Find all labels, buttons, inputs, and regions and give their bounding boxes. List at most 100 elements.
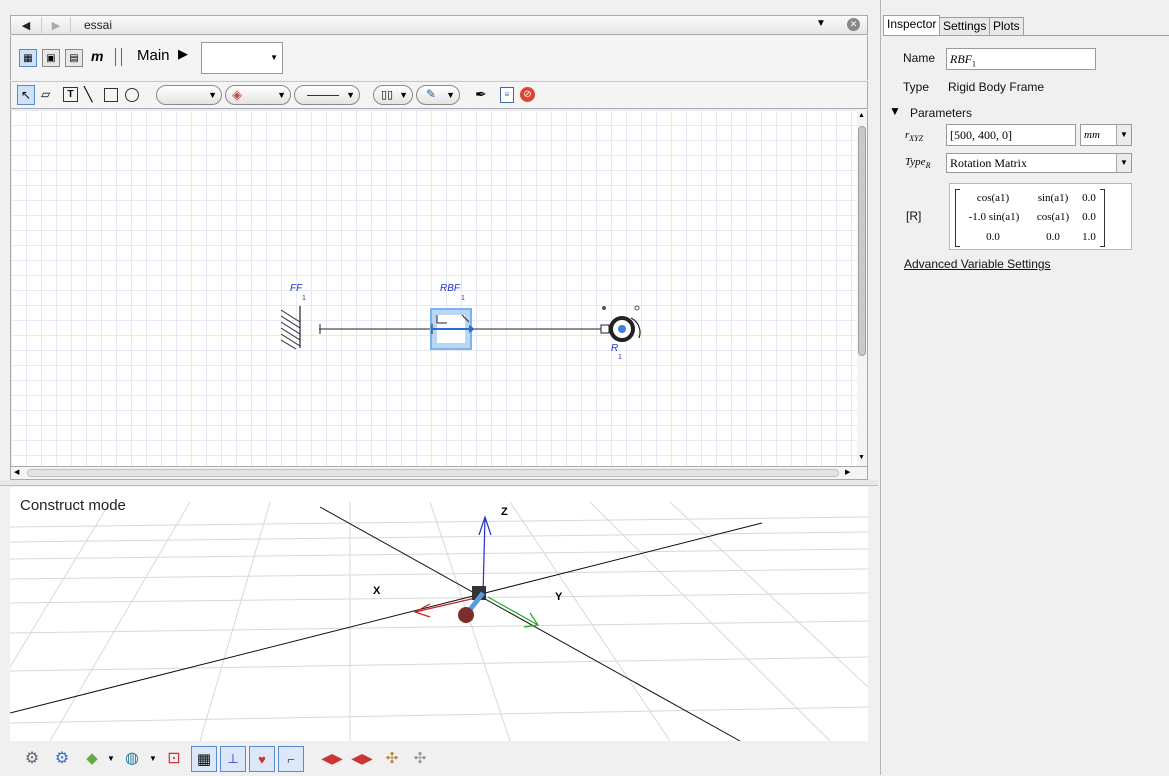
close-icon[interactable]: ✕	[847, 18, 860, 31]
tab-plots[interactable]: Plots	[989, 17, 1024, 35]
matrix-cell: 0.0	[986, 231, 1000, 243]
dropper-icon[interactable]: ✒	[475, 86, 487, 103]
align-icon: ▯▯	[381, 89, 394, 101]
chevron-down-icon: ▼	[1116, 154, 1131, 172]
frames-toggle-icon[interactable]: ♥	[249, 746, 275, 772]
scroll-left-icon[interactable]: ◀	[14, 468, 19, 476]
math-icon[interactable]: m	[91, 48, 103, 64]
chevron-down-icon[interactable]: ▼	[149, 754, 157, 763]
globe-icon[interactable]: ◍	[120, 746, 144, 770]
rectangle-tool-icon[interactable]	[104, 88, 118, 102]
matrix-label: [R]	[906, 209, 922, 223]
scroll-down-icon[interactable]: ▼	[858, 454, 865, 461]
rotation-matrix[interactable]: cos(a1) sin(a1) 0.0 -1.0 sin(a1) cos(a1)…	[949, 183, 1132, 250]
name-field[interactable]: RBF1	[946, 48, 1096, 70]
window-menu-dropdown[interactable]: ▼	[816, 18, 826, 29]
horizontal-scroll-thumb[interactable]	[27, 469, 839, 477]
robot-icon[interactable]: ⚙	[20, 746, 44, 770]
rigid-body-frame-symbol[interactable]	[430, 308, 475, 350]
play-back-icon[interactable]: ◀▶	[320, 746, 344, 770]
matrix-cell: 1.0	[1082, 231, 1096, 243]
right-panel: Inspector Settings Plots Name RBF1 Type …	[880, 0, 1169, 776]
z-axis-arrow	[482, 516, 486, 596]
component-view-icon[interactable]: ▤	[65, 49, 83, 67]
name-subscript: 1	[972, 59, 976, 69]
pointer-icon[interactable]: ↖	[17, 85, 35, 105]
shapes-icon[interactable]: ◆	[80, 746, 104, 770]
vertical-scrollbar[interactable]: ▲ ▼	[857, 110, 868, 466]
matrix-cell: 0.0	[1082, 211, 1096, 223]
x-axis-label: X	[373, 585, 381, 597]
tab-inspector[interactable]: Inspector	[883, 15, 941, 36]
eraser-icon[interactable]: ▱	[41, 87, 50, 101]
type-label: Type	[903, 80, 930, 94]
inspector-panel: Name RBF1 Type Rigid Body Frame ▼ Parame…	[883, 35, 1169, 776]
diagram-toolbar: ▦ ▣ ▤ m Main ▶ ▼	[10, 36, 868, 80]
component-index-ff: 1	[302, 295, 306, 302]
forward-button[interactable]: ▶	[41, 17, 71, 33]
rotation-type-value: Rotation Matrix	[950, 156, 1027, 170]
horizontal-scrollbar[interactable]: ◀ ▶	[10, 466, 868, 480]
grid-toggle-icon[interactable]: ▦	[191, 746, 217, 772]
ground-grid	[10, 501, 868, 741]
links-toggle-icon[interactable]: ⌐	[278, 746, 304, 772]
unit-value: mm	[1084, 129, 1100, 141]
tab-settings[interactable]: Settings	[939, 17, 991, 35]
fill-color-dropdown[interactable]: ◈ ▼	[225, 85, 291, 105]
type-r-label: TypeR	[905, 156, 930, 170]
chevron-down-icon: ▼	[1116, 125, 1131, 145]
scroll-right-icon[interactable]: ▶	[845, 468, 850, 476]
3d-view[interactable]: Construct mode Z X Y	[10, 487, 868, 741]
ellipse-tool-icon[interactable]	[125, 88, 139, 102]
play-forward-icon[interactable]: ◀▶	[350, 746, 374, 770]
y-axis-label: Y	[555, 591, 563, 603]
r-xyz-label: rXYZ	[905, 129, 923, 143]
diagram-view-icon[interactable]: ▦	[19, 49, 37, 67]
collapse-triangle-icon[interactable]: ▼	[889, 104, 901, 118]
revolute-joint-symbol[interactable]	[600, 305, 641, 342]
matrix-bracket-right	[1100, 189, 1105, 247]
rotation-type-select[interactable]: Rotation Matrix ▼	[946, 153, 1132, 173]
fixed-frame-symbol[interactable]	[280, 306, 321, 350]
vertical-scroll-thumb[interactable]	[858, 126, 866, 356]
component-label-ff: FF	[290, 283, 303, 294]
subsystem-select[interactable]: ▼	[201, 42, 283, 74]
align-dropdown[interactable]: ▯▯ ▼	[373, 85, 413, 105]
chevron-down-icon[interactable]: ▼	[107, 754, 115, 763]
line-color-dropdown[interactable]: ▼	[156, 85, 222, 105]
gears-icon[interactable]: ⚙	[50, 746, 74, 770]
model-view-icon[interactable]: ▣	[42, 49, 60, 67]
stop-icon[interactable]: ⊘	[520, 87, 535, 102]
mode-label: Construct mode	[20, 497, 126, 514]
connector-dropdown[interactable]: ✎ ▼	[416, 85, 460, 105]
diagram-canvas[interactable]: FF 1 RBF 1 R 1	[10, 110, 857, 466]
splitter[interactable]	[0, 480, 878, 486]
line-tool-icon[interactable]: ╲	[84, 86, 92, 103]
line-style-dropdown[interactable]: ▼	[294, 85, 360, 105]
drawing-toolbar: ↖ ▱ T ╲ ▼ ◈ ▼ ▼ ▯▯ ▼ ✎ ▼ ✒ ≡ ⊘	[10, 81, 868, 109]
body-sphere[interactable]	[458, 607, 474, 623]
matrix-cell: 0.0	[1082, 192, 1096, 204]
matrix-cell: sin(a1)	[1037, 192, 1069, 204]
window-titlebar: ◀ ▶ essai ▼ ✕	[10, 15, 868, 35]
breadcrumb-main[interactable]: Main	[137, 47, 170, 64]
y-axis-arrow	[487, 596, 539, 626]
position-field[interactable]: [500, 400, 0]	[946, 124, 1076, 146]
axes-toggle-icon[interactable]: ⊥	[220, 746, 246, 772]
document-icon[interactable]: ≡	[500, 87, 514, 103]
unit-select[interactable]: mm ▼	[1080, 124, 1132, 146]
advanced-variable-settings-link[interactable]: Advanced Variable Settings	[904, 257, 1051, 271]
puzzle-icon[interactable]: ✣	[380, 746, 404, 770]
pin-icon: ✎	[426, 87, 437, 101]
parameters-header[interactable]: Parameters	[910, 106, 972, 120]
zoom-fit-icon[interactable]: ⊡	[162, 746, 186, 770]
back-button[interactable]: ◀	[12, 17, 40, 33]
scroll-up-icon[interactable]: ▲	[858, 112, 865, 119]
puzzle-gray-icon[interactable]: ✣	[408, 746, 432, 770]
name-label: Name	[903, 51, 936, 65]
component-label-r: R	[611, 343, 619, 354]
text-tool-icon[interactable]: T	[63, 87, 78, 102]
play-icon[interactable]: ▶	[178, 46, 188, 62]
matrix-cell: -1.0 sin(a1)	[968, 211, 1020, 223]
type-r-subscript: R	[925, 161, 931, 171]
